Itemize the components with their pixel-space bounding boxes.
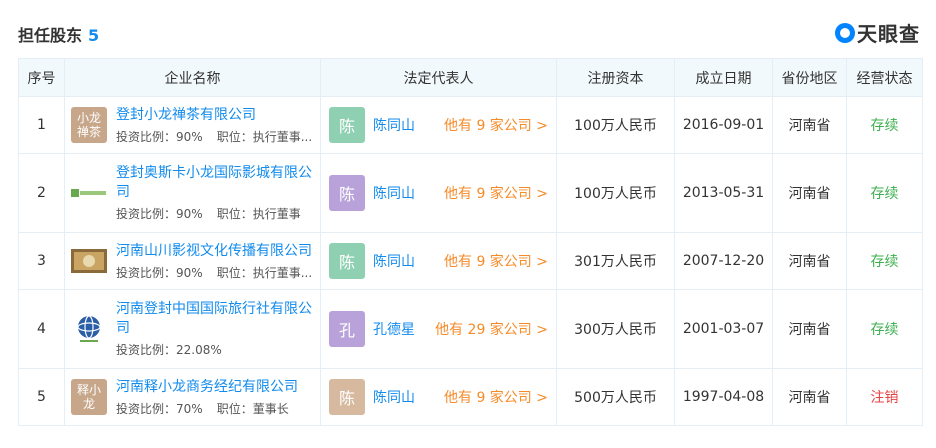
invest-ratio: 投资比例：90%	[116, 129, 203, 144]
registered-capital: 300万人民币	[556, 289, 675, 369]
rep-name-link[interactable]: 陈同山	[373, 251, 415, 271]
company-name-link[interactable]: 登封小龙禅茶有限公司	[116, 106, 314, 125]
row-index: 2	[18, 153, 65, 233]
table-row: 3 河南山川影视文化传播有限公司 投资比例：90% 职位：执行董事... 陈 陈…	[18, 232, 923, 290]
section-header: 担任股东 5 天眼查	[0, 0, 936, 58]
rep-avatar[interactable]: 陈	[329, 379, 365, 415]
rep-name-link[interactable]: 孔德星	[373, 319, 415, 339]
rep-companies-link[interactable]: 他有 9 家公司 >	[444, 183, 548, 203]
rep-companies-link[interactable]: 他有 9 家公司 >	[444, 387, 548, 407]
legal-rep-cell: 陈 陈同山 他有 9 家公司 >	[320, 96, 557, 154]
film-logo-icon	[71, 249, 107, 273]
rep-companies-link[interactable]: 他有 9 家公司 >	[444, 251, 548, 271]
company-logo[interactable]	[71, 175, 107, 211]
region: 河南省	[772, 96, 847, 154]
rep-companies-link[interactable]: 他有 29 家公司 >	[435, 319, 548, 339]
status-badge: 存续	[846, 232, 923, 290]
company-logo-text: 小龙禅茶	[76, 111, 101, 139]
rep-avatar[interactable]: 孔	[329, 311, 365, 347]
rep-name-link[interactable]: 陈同山	[373, 387, 415, 407]
company-logo[interactable]	[71, 311, 107, 347]
section-title-text: 担任股东	[18, 26, 83, 45]
established-date: 2016-09-01	[674, 96, 773, 154]
established-date: 2001-03-07	[674, 289, 773, 369]
status-badge: 存续	[846, 96, 923, 154]
region: 河南省	[772, 232, 847, 290]
company-cell: 河南山川影视文化传播有限公司 投资比例：90% 职位：执行董事...	[64, 232, 321, 290]
company-cell: 释小龙 河南释小龙商务经纪有限公司 投资比例：70% 职位：董事长	[64, 368, 321, 426]
legal-rep-cell: 孔 孔德星 他有 29 家公司 >	[320, 289, 557, 369]
company-cell: 登封奥斯卡小龙国际影城有限公司 投资比例：90% 职位：执行董事	[64, 153, 321, 233]
col-header-capital: 注册资本	[556, 58, 675, 97]
registered-capital: 301万人民币	[556, 232, 675, 290]
region: 河南省	[772, 368, 847, 426]
table-row: 2 登封奥斯卡小龙国际影城有限公司 投资比例：90% 职位：执行董事 陈 陈同山…	[18, 153, 923, 233]
row-index: 1	[18, 96, 65, 154]
invest-ratio: 投资比例：90%	[116, 207, 203, 221]
status-badge: 存续	[846, 289, 923, 369]
globe-logo-icon	[77, 315, 101, 342]
company-name-link[interactable]: 河南登封中国国际旅行社有限公司	[116, 300, 314, 338]
col-header-date: 成立日期	[674, 58, 773, 97]
established-date: 1997-04-08	[674, 368, 773, 426]
registered-capital: 100万人民币	[556, 96, 675, 154]
legal-rep-cell: 陈 陈同山 他有 9 家公司 >	[320, 153, 557, 233]
col-header-company: 企业名称	[64, 58, 321, 97]
company-cell: 河南登封中国国际旅行社有限公司 投资比例：22.08%	[64, 289, 321, 369]
legal-rep-cell: 陈 陈同山 他有 9 家公司 >	[320, 368, 557, 426]
table-header-row: 序号 企业名称 法定代表人 注册资本 成立日期 省份地区 经营状态	[18, 58, 923, 97]
position: 职位：执行董事	[216, 207, 301, 221]
rep-avatar[interactable]: 陈	[329, 107, 365, 143]
registered-capital: 100万人民币	[556, 153, 675, 233]
invest-ratio: 投资比例：70%	[116, 401, 203, 416]
region: 河南省	[772, 153, 847, 233]
cinema-logo-icon	[71, 189, 106, 197]
company-name-link[interactable]: 河南山川影视文化传播有限公司	[116, 242, 314, 261]
rep-companies-link[interactable]: 他有 9 家公司 >	[444, 115, 548, 135]
row-index: 5	[18, 368, 65, 426]
status-badge: 存续	[846, 153, 923, 233]
logo-text: 天眼查	[857, 22, 920, 46]
table-row: 4 河南登封中国国际旅行社有限公司 投资比例：22.08% 孔 孔德星 他有 2…	[18, 289, 923, 369]
shareholder-table: 序号 企业名称 法定代表人 注册资本 成立日期 省份地区 经营状态 1 小龙禅茶…	[18, 58, 923, 426]
position: 职位：执行董事...	[216, 129, 313, 144]
established-date: 2007-12-20	[674, 232, 773, 290]
company-logo[interactable]	[71, 243, 107, 279]
company-name-link[interactable]: 登封奥斯卡小龙国际影城有限公司	[116, 164, 314, 202]
row-index: 3	[18, 232, 65, 290]
col-header-index: 序号	[18, 58, 65, 97]
table-row: 1 小龙禅茶 登封小龙禅茶有限公司 投资比例：90% 职位：执行董事... 陈 陈…	[18, 96, 923, 154]
invest-ratio: 投资比例：90%	[116, 265, 203, 280]
tianyancha-logo-icon	[835, 22, 855, 43]
company-cell: 小龙禅茶 登封小龙禅茶有限公司 投资比例：90% 职位：执行董事...	[64, 96, 321, 154]
col-header-legal-rep: 法定代表人	[320, 58, 557, 97]
region: 河南省	[772, 289, 847, 369]
section-title: 担任股东 5	[18, 22, 99, 46]
rep-name-link[interactable]: 陈同山	[373, 183, 415, 203]
company-logo[interactable]: 小龙禅茶	[71, 107, 107, 143]
position: 职位：董事长	[216, 401, 289, 416]
col-header-region: 省份地区	[772, 58, 847, 97]
company-name-link[interactable]: 河南释小龙商务经纪有限公司	[116, 378, 314, 397]
row-index: 4	[18, 289, 65, 369]
rep-name-link[interactable]: 陈同山	[373, 115, 415, 135]
table-row: 5 释小龙 河南释小龙商务经纪有限公司 投资比例：70% 职位：董事长 陈 陈同山…	[18, 368, 923, 426]
invest-ratio: 投资比例：22.08%	[116, 343, 222, 357]
tianyancha-logo[interactable]: 天眼查	[835, 18, 920, 47]
company-logo[interactable]: 释小龙	[71, 379, 107, 415]
col-header-status: 经营状态	[846, 58, 923, 97]
rep-avatar[interactable]: 陈	[329, 175, 365, 211]
position: 职位：执行董事...	[216, 265, 313, 280]
registered-capital: 500万人民币	[556, 368, 675, 426]
established-date: 2013-05-31	[674, 153, 773, 233]
rep-avatar[interactable]: 陈	[329, 243, 365, 279]
shareholder-count: 5	[88, 26, 100, 45]
status-badge: 注销	[846, 368, 923, 426]
company-logo-text: 释小龙	[76, 383, 101, 411]
legal-rep-cell: 陈 陈同山 他有 9 家公司 >	[320, 232, 557, 290]
